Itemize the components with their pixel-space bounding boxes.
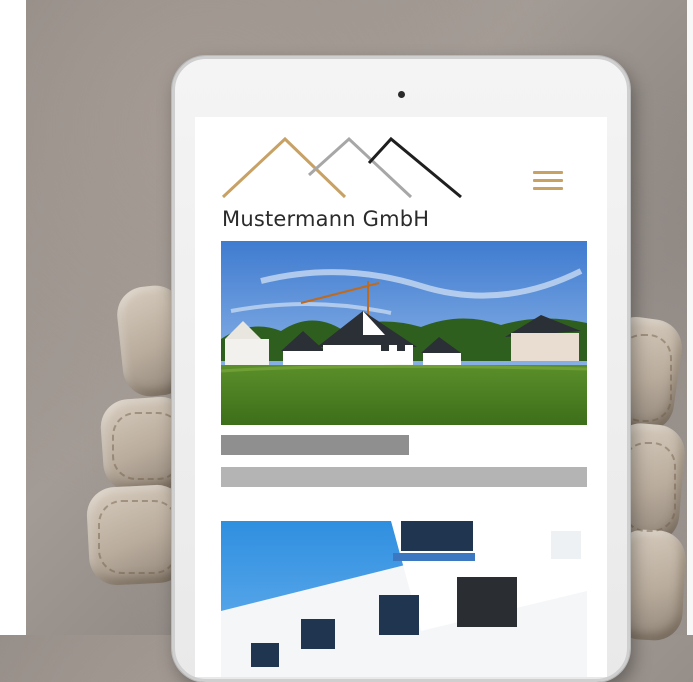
- company-logo-mountains: [221, 136, 462, 199]
- website-screen: Mustermann GmbH: [195, 117, 607, 677]
- hero-image-houses[interactable]: [221, 241, 587, 425]
- houses-photo: [221, 241, 587, 425]
- placeholder-heading-bar: [221, 435, 409, 455]
- background-wall-left: [0, 0, 26, 635]
- front-camera: [398, 91, 405, 98]
- background-wall-right: [687, 0, 693, 635]
- second-image-building[interactable]: [221, 521, 587, 677]
- hamburger-menu-icon[interactable]: [533, 171, 563, 193]
- placeholder-text-bar: [221, 467, 587, 487]
- company-name[interactable]: Mustermann GmbH: [222, 207, 429, 231]
- tablet-device: Mustermann GmbH: [172, 56, 630, 682]
- building-photo: [221, 521, 587, 677]
